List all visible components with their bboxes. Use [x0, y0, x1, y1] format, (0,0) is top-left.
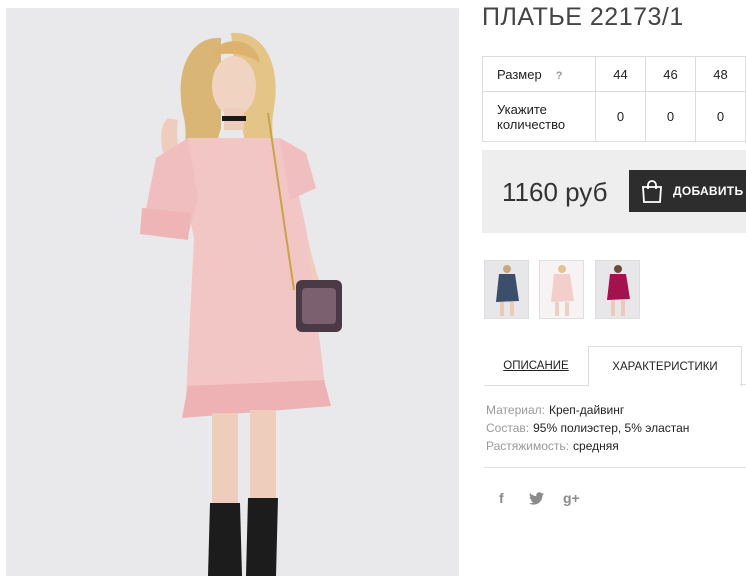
thumb-magenta-dress[interactable]	[595, 260, 640, 319]
purchase-box: 1160 руб ДОБАВИТЬ	[482, 150, 746, 233]
product-main-photo	[6, 8, 459, 576]
tab-description[interactable]: ОПИСАНИЕ	[484, 346, 588, 386]
size-header-cell: Размер?	[482, 56, 596, 92]
quantity-input-48[interactable]: 0	[695, 91, 746, 142]
spec-label: Состав:	[486, 421, 530, 435]
twitter-icon[interactable]	[529, 492, 544, 505]
tab-divider	[740, 384, 746, 385]
tab-characteristics[interactable]: ХАРАКТЕРИСТИКИ	[588, 346, 742, 387]
googleplus-icon[interactable]: g+	[563, 490, 580, 506]
size-46: 46	[645, 56, 696, 92]
spec-row: Состав: 95% полиэстер, 5% эластан	[486, 419, 689, 437]
add-to-cart-button[interactable]: ДОБАВИТЬ	[629, 170, 746, 212]
product-title: ПЛАТЬЕ 22173/1	[482, 3, 684, 31]
quantity-label: Укажите количество	[482, 91, 596, 142]
thumb-navy-dress[interactable]	[484, 260, 529, 319]
quantity-input-46[interactable]: 0	[645, 91, 696, 142]
quantity-input-44[interactable]: 0	[595, 91, 646, 142]
size-quantity-table: Размер? 44 46 48 Укажите количество 0 0 …	[482, 56, 746, 142]
spec-label: Растяжимость:	[486, 439, 570, 453]
add-to-cart-label: ДОБАВИТЬ	[673, 184, 744, 198]
divider	[484, 467, 746, 468]
spec-value: средняя	[573, 439, 619, 453]
size-label: Размер	[497, 66, 542, 82]
spec-label: Материал:	[486, 403, 545, 417]
size-48: 48	[695, 56, 746, 92]
spec-row: Растяжимость: средняя	[486, 437, 689, 455]
thumb-pink-dress[interactable]	[539, 260, 584, 319]
spec-value: Креп-дайвинг	[548, 403, 625, 417]
spec-value: 95% полиэстер, 5% эластан	[533, 421, 690, 435]
facebook-icon[interactable]: f	[499, 490, 504, 506]
spec-row: Материал: Креп-дайвинг	[486, 401, 689, 419]
specs-list: Материал: Креп-дайвинг Состав: 95% полиэст…	[486, 401, 689, 455]
shopping-bag-icon	[642, 180, 662, 203]
price: 1160 руб	[502, 177, 608, 207]
size-44: 44	[595, 56, 646, 92]
size-help-icon[interactable]: ?	[556, 70, 563, 82]
product-tabs: ОПИСАНИЕ ХАРАКТЕРИСТИКИ	[484, 346, 746, 387]
quantity-row: Укажите количество 0 0 0	[482, 91, 746, 142]
size-row: Размер? 44 46 48	[482, 56, 746, 92]
